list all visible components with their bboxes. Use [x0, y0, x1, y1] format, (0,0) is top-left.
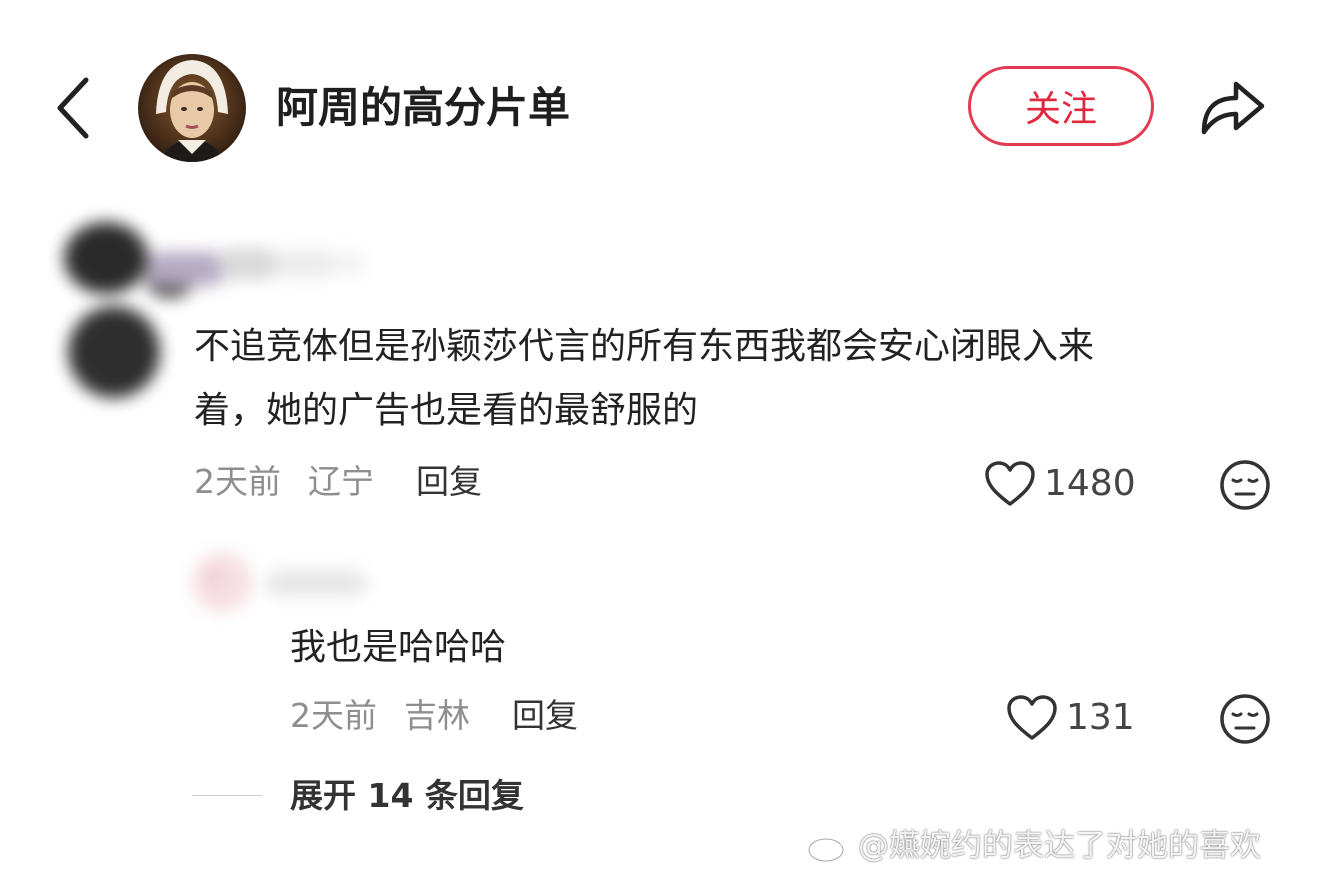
comment-text-line2: 着，她的广告也是看的最舒服的 [194, 390, 699, 431]
comment-like-button[interactable]: 1480 [984, 460, 1136, 508]
watermark-text: @嬿婉约的表达了对她的喜欢 [858, 828, 1261, 864]
author-avatar[interactable] [138, 54, 246, 162]
neutral-face-icon [1220, 460, 1270, 510]
follow-button-label: 关注 [1024, 89, 1097, 130]
replier-redacted [184, 540, 384, 624]
neutral-face-icon [1220, 694, 1270, 744]
reply-like-button[interactable]: 131 [1006, 694, 1135, 742]
watermark: @嬿婉约的表达了对她的喜欢 [806, 826, 1261, 866]
follow-button[interactable]: 关注 [968, 66, 1154, 146]
weibo-logo-icon [807, 830, 850, 863]
heart-outline-icon [1007, 695, 1057, 740]
heart-outline-icon [985, 461, 1035, 506]
reply-reply-button[interactable]: 回复 [512, 696, 578, 736]
reply-location: 吉林 [404, 696, 470, 735]
expand-replies-button[interactable]: 展开 14 条回复 [290, 776, 524, 816]
author-name[interactable]: 阿周的高分片单 [276, 82, 570, 134]
comment-time: 2天前 [194, 462, 281, 501]
comment-text-line1: 不追竞体但是孙颖莎代言的所有东西我都会安心闭眼入来 [194, 326, 1095, 367]
share-button[interactable] [1196, 74, 1270, 140]
comment-reply-button[interactable]: 回复 [416, 462, 482, 502]
thread-divider [192, 795, 262, 796]
comment-location: 辽宁 [308, 462, 374, 501]
chevron-left-icon [57, 77, 89, 139]
avatar-image [138, 54, 246, 162]
like-count: 131 [1066, 697, 1135, 738]
reply-dislike-button[interactable] [1218, 692, 1272, 750]
like-count: 1480 [1044, 463, 1136, 504]
reply-time: 2天前 [290, 696, 377, 735]
reply-text: 我也是哈哈哈 [290, 627, 507, 668]
redacted-reply-avatar-and-name [192, 552, 366, 612]
share-arrow-icon [1201, 81, 1265, 135]
back-button[interactable] [52, 72, 100, 144]
comment-dislike-button[interactable] [1218, 458, 1272, 516]
